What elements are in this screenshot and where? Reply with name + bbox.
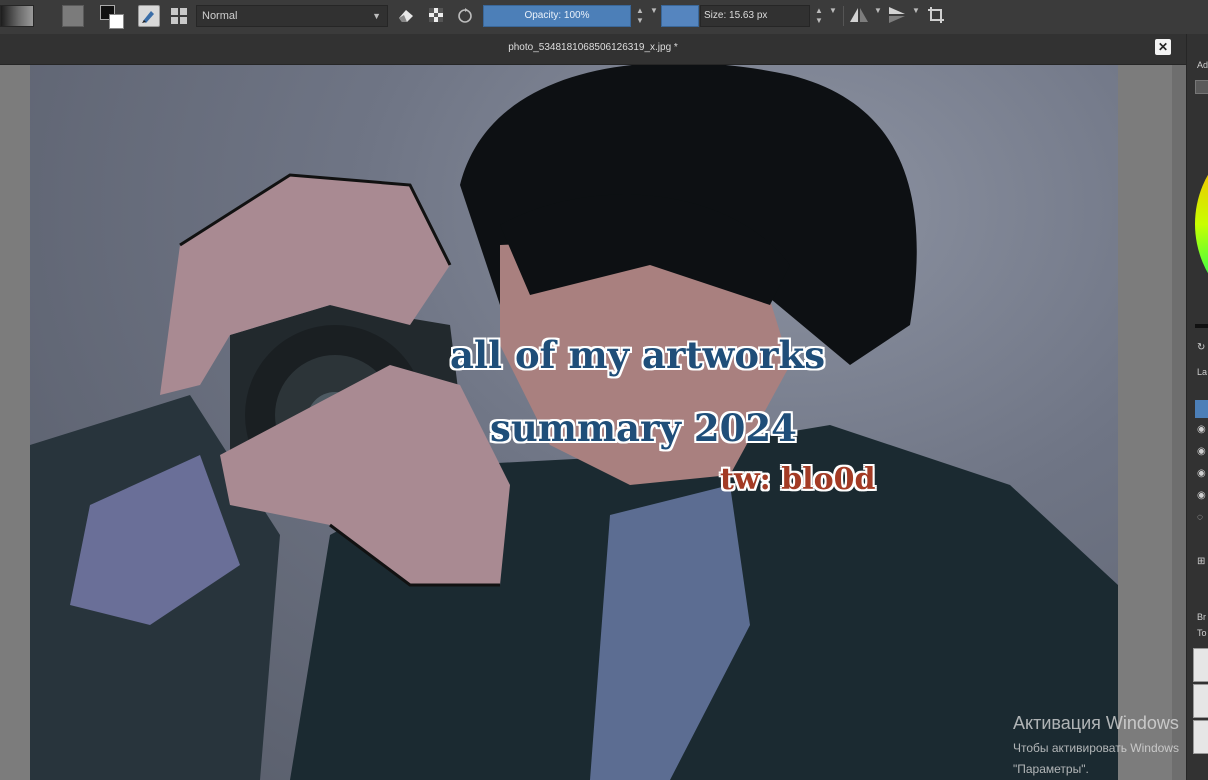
opacity-dropdown-icon[interactable]: ▼: [648, 6, 660, 28]
pattern-swatch[interactable]: [62, 5, 84, 27]
mirror-h-dropdown-icon[interactable]: ▼: [872, 6, 884, 28]
layer-lock-icon[interactable]: ◌: [1197, 512, 1203, 523]
docker-settings-icon[interactable]: [1195, 80, 1208, 94]
artwork-image[interactable]: all of my artworks summary 2024 tw: blo0…: [30, 65, 1118, 780]
docker-label-brushes: Br: [1197, 612, 1206, 622]
document-title[interactable]: photo_5348181068506126319_x.jpg *: [0, 42, 1186, 53]
layer-visibility-icon[interactable]: ◉: [1197, 490, 1206, 501]
layer-visibility-icon[interactable]: ◉: [1197, 424, 1206, 435]
overlay-title-line-1: all of my artworks: [450, 333, 826, 377]
brush-preset-button[interactable]: [138, 5, 160, 27]
layer-visibility-icon[interactable]: ◉: [1197, 446, 1206, 457]
brush-preset-thumbnail[interactable]: [1193, 720, 1208, 754]
brush-preset-thumbnail[interactable]: [1193, 648, 1208, 682]
close-document-button[interactable]: ✕: [1155, 39, 1171, 55]
right-docker-panel: Ad ↻ La ◉ ◉ ◉ ◉ ◌ ⊞ Br To: [1186, 34, 1208, 780]
overlay-title-line-2: summary 2024: [490, 406, 797, 450]
layer-visibility-icon[interactable]: ◉: [1197, 468, 1206, 479]
activation-watermark-title: Активация Windows: [1013, 713, 1179, 733]
refresh-icon[interactable]: ↻: [1197, 342, 1205, 353]
opacity-slider[interactable]: Opacity: 100%: [483, 5, 631, 27]
wrap-around-icon[interactable]: [926, 5, 948, 27]
color-history-strip[interactable]: [1195, 324, 1208, 328]
toolbar-divider: [843, 6, 844, 26]
docker-label-tags: To: [1197, 628, 1207, 638]
vertical-scrollbar[interactable]: [1172, 65, 1186, 780]
opacity-spinner-icon[interactable]: ▲ ▼: [634, 6, 646, 28]
activation-watermark-line-3: "Параметры".: [1013, 762, 1089, 776]
docker-label-layers: La: [1197, 367, 1208, 377]
canvas-area[interactable]: all of my artworks summary 2024 tw: blo0…: [0, 65, 1186, 780]
fg-bg-color-icon[interactable]: [100, 5, 124, 29]
layer-row-selected[interactable]: [1195, 400, 1208, 418]
overlay-warning-text: tw: blo0d: [720, 462, 876, 497]
eraser-mode-icon[interactable]: [396, 5, 418, 27]
brush-size-slider[interactable]: Size: 15.63 px: [700, 5, 810, 27]
gradient-swatch[interactable]: [0, 5, 34, 27]
add-layer-icon[interactable]: ⊞: [1197, 556, 1205, 567]
size-dropdown-icon[interactable]: ▼: [827, 6, 839, 28]
brush-preset-thumbnail[interactable]: [1193, 684, 1208, 718]
chevron-down-icon: ▼: [372, 11, 381, 21]
blend-mode-select[interactable]: Normal ▼: [196, 5, 388, 27]
color-selector-wheel[interactable]: [1195, 124, 1208, 324]
mirror-vertical-icon[interactable]: [886, 5, 908, 27]
size-spinner-icon[interactable]: ▲ ▼: [813, 6, 825, 28]
document-tab-bar: photo_5348181068506126319_x.jpg * ✕: [0, 34, 1186, 65]
mirror-v-dropdown-icon[interactable]: ▼: [910, 6, 922, 28]
background-color[interactable]: [109, 14, 124, 29]
activation-watermark-line-2: Чтобы активировать Windows: [1013, 741, 1179, 755]
docker-label-advanced-color: Ad: [1197, 60, 1208, 70]
tool-options-bar: Normal ▼ Opacity: 100% ▲ ▼ ▼ Size: 15.63 …: [0, 0, 1208, 35]
mirror-horizontal-icon[interactable]: [848, 5, 870, 27]
grid-icon[interactable]: [169, 5, 191, 27]
preserve-alpha-icon[interactable]: [426, 5, 448, 27]
reload-preset-icon[interactable]: [455, 5, 477, 27]
brush-icon: [142, 11, 154, 23]
size-slider-fill[interactable]: [661, 5, 699, 27]
blend-mode-value: Normal: [202, 10, 238, 22]
